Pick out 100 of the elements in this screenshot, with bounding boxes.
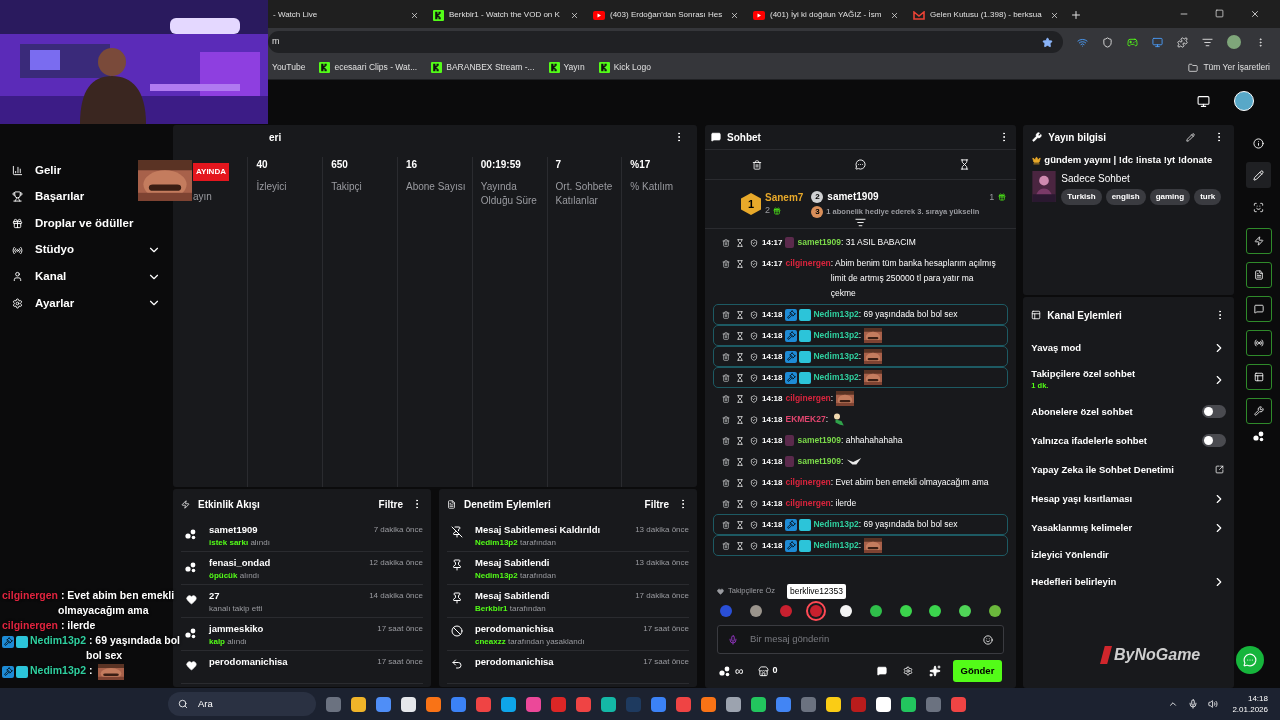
shield-icon[interactable] <box>750 520 758 529</box>
hourglass-icon[interactable] <box>736 238 744 247</box>
sidebar-item[interactable]: Gelir <box>12 157 62 184</box>
bookmark[interactable]: Yayın <box>548 61 585 74</box>
trash-icon[interactable] <box>722 436 730 445</box>
user-name[interactable]: cilginergen <box>785 391 831 406</box>
wrench-button[interactable] <box>1245 398 1272 424</box>
sidebar-item[interactable]: Stüdyo <box>12 236 161 264</box>
shield-icon[interactable] <box>750 499 758 508</box>
address-bar[interactable]: m <box>268 31 1063 53</box>
toggle-switch[interactable] <box>1202 405 1227 418</box>
message-input[interactable]: Bir mesaj gönderin <box>750 632 972 647</box>
user-name[interactable]: Nedim13p2 <box>813 538 859 553</box>
shield-icon[interactable] <box>750 259 758 268</box>
all-bookmarks[interactable]: Tüm Yer İşaretleri <box>1188 61 1270 74</box>
user-name[interactable]: Nedim13p2 <box>813 370 859 385</box>
browser-tab[interactable]: (403) Erdoğan'dan Sonrası Hes <box>586 2 746 28</box>
emote-icon[interactable] <box>749 605 762 617</box>
user-name[interactable]: Nedim13p2 <box>813 349 859 364</box>
trash-icon[interactable] <box>722 415 730 424</box>
emote-icon[interactable] <box>959 605 972 617</box>
taskbar-app-icon[interactable] <box>351 696 366 712</box>
trash-icon[interactable] <box>722 352 730 361</box>
screen-icon[interactable] <box>1197 94 1210 108</box>
trash-icon[interactable] <box>722 394 730 403</box>
taskbar-app-icon[interactable] <box>826 696 841 712</box>
shield-icon[interactable] <box>750 415 758 424</box>
channel-action[interactable]: Hesap yaşı kısıtlaması <box>1031 492 1213 505</box>
shield-icon[interactable] <box>750 352 758 361</box>
trash-icon[interactable] <box>722 259 730 268</box>
bookmark[interactable]: BARANBEX Stream -... <box>431 61 535 74</box>
taskbar-app-icon[interactable] <box>751 696 766 712</box>
new-tab-icon[interactable] <box>1070 9 1082 21</box>
user-name[interactable]: Nedim13p2 <box>813 328 859 343</box>
extension-icon[interactable] <box>1077 36 1088 48</box>
emote-icon[interactable] <box>989 605 1002 617</box>
extension-icon[interactable] <box>1152 36 1163 48</box>
hourglass-icon[interactable] <box>736 352 744 361</box>
message-box[interactable]: Bir mesaj gönderin <box>717 625 1005 654</box>
trash-icon[interactable] <box>722 310 730 319</box>
shield-icon[interactable] <box>750 394 758 403</box>
media-icon[interactable] <box>1202 36 1213 48</box>
clock[interactable]: 14:18 2.01.2026 <box>1232 693 1268 715</box>
extensions-icon[interactable] <box>1177 36 1188 48</box>
search-field[interactable]: Ara <box>168 692 316 716</box>
user-name[interactable]: EKMEK27 <box>785 412 826 427</box>
user-name[interactable]: cilginergen <box>785 496 831 511</box>
trash-icon[interactable] <box>722 520 730 529</box>
filter-button[interactable]: Filtre <box>644 496 669 512</box>
taskbar-app-icon[interactable] <box>876 696 891 712</box>
hourglass-icon[interactable] <box>736 541 744 550</box>
taskbar-app-icon[interactable] <box>501 696 516 712</box>
channel-action[interactable]: Yapay Zeka ile Sohbet Denetimi <box>1031 463 1216 476</box>
tag[interactable]: gaming <box>1149 189 1191 206</box>
chat-button[interactable] <box>1245 296 1272 322</box>
volume-icon[interactable] <box>1208 699 1219 709</box>
extension-icon[interactable] <box>1102 36 1113 48</box>
hourglass-icon[interactable] <box>736 331 744 340</box>
chat-bubble-icon[interactable] <box>854 159 866 170</box>
emote-icon[interactable] <box>899 605 912 617</box>
close-icon[interactable] <box>570 10 579 20</box>
taskbar-app-icon[interactable] <box>601 696 616 712</box>
shield-icon[interactable] <box>750 310 758 319</box>
hourglass-icon[interactable] <box>958 159 970 170</box>
channel-action[interactable]: Yalnızca ifadelerle sohbet <box>1031 434 1203 447</box>
close-icon[interactable] <box>1050 10 1059 20</box>
broadcast-button[interactable] <box>1245 330 1272 356</box>
trash-icon[interactable] <box>722 373 730 382</box>
hourglass-icon[interactable] <box>736 457 744 466</box>
trash-icon[interactable] <box>751 159 762 170</box>
shield-icon[interactable] <box>750 331 758 340</box>
bubbles-icon[interactable] <box>1252 430 1265 442</box>
external-link-icon[interactable] <box>1215 465 1225 474</box>
emote-icon[interactable] <box>869 605 882 617</box>
channel-action[interactable]: Hedefleri belirleyin <box>1031 575 1213 588</box>
toggle-switch[interactable] <box>1202 434 1227 447</box>
shield-icon[interactable] <box>750 373 758 382</box>
extension-icon[interactable] <box>1127 36 1138 48</box>
sidebar-item[interactable]: Başarılar <box>12 183 85 211</box>
send-button[interactable]: Gönder <box>952 660 1003 682</box>
scroll-down-icon[interactable] <box>855 217 866 228</box>
emote-icon[interactable] <box>839 605 852 617</box>
hourglass-icon[interactable] <box>736 520 744 529</box>
sidebar-item[interactable]: Kanal <box>12 263 161 290</box>
user-name[interactable]: Nedim13p2 <box>813 517 859 532</box>
user-name[interactable]: cilginergen <box>785 475 831 490</box>
document-button[interactable] <box>1245 262 1272 288</box>
filter-button[interactable]: Filtre <box>378 496 403 512</box>
hourglass-icon[interactable] <box>736 394 744 403</box>
store-icon[interactable] <box>757 665 769 677</box>
shield-icon[interactable] <box>750 457 758 466</box>
user-name[interactable]: Nedim13p2 <box>813 307 859 322</box>
maximize-icon[interactable] <box>1215 9 1224 18</box>
hourglass-icon[interactable] <box>736 415 744 424</box>
browser-tab[interactable]: (401) İyi ki doğdun YAĞIZ - İsm <box>746 2 906 28</box>
taskbar-app-icon[interactable] <box>701 696 716 712</box>
hourglass-icon[interactable] <box>736 373 744 382</box>
profile-avatar[interactable] <box>1227 35 1241 49</box>
user-name[interactable]: samet1909 <box>797 433 841 448</box>
tag[interactable]: turk <box>1194 189 1222 206</box>
